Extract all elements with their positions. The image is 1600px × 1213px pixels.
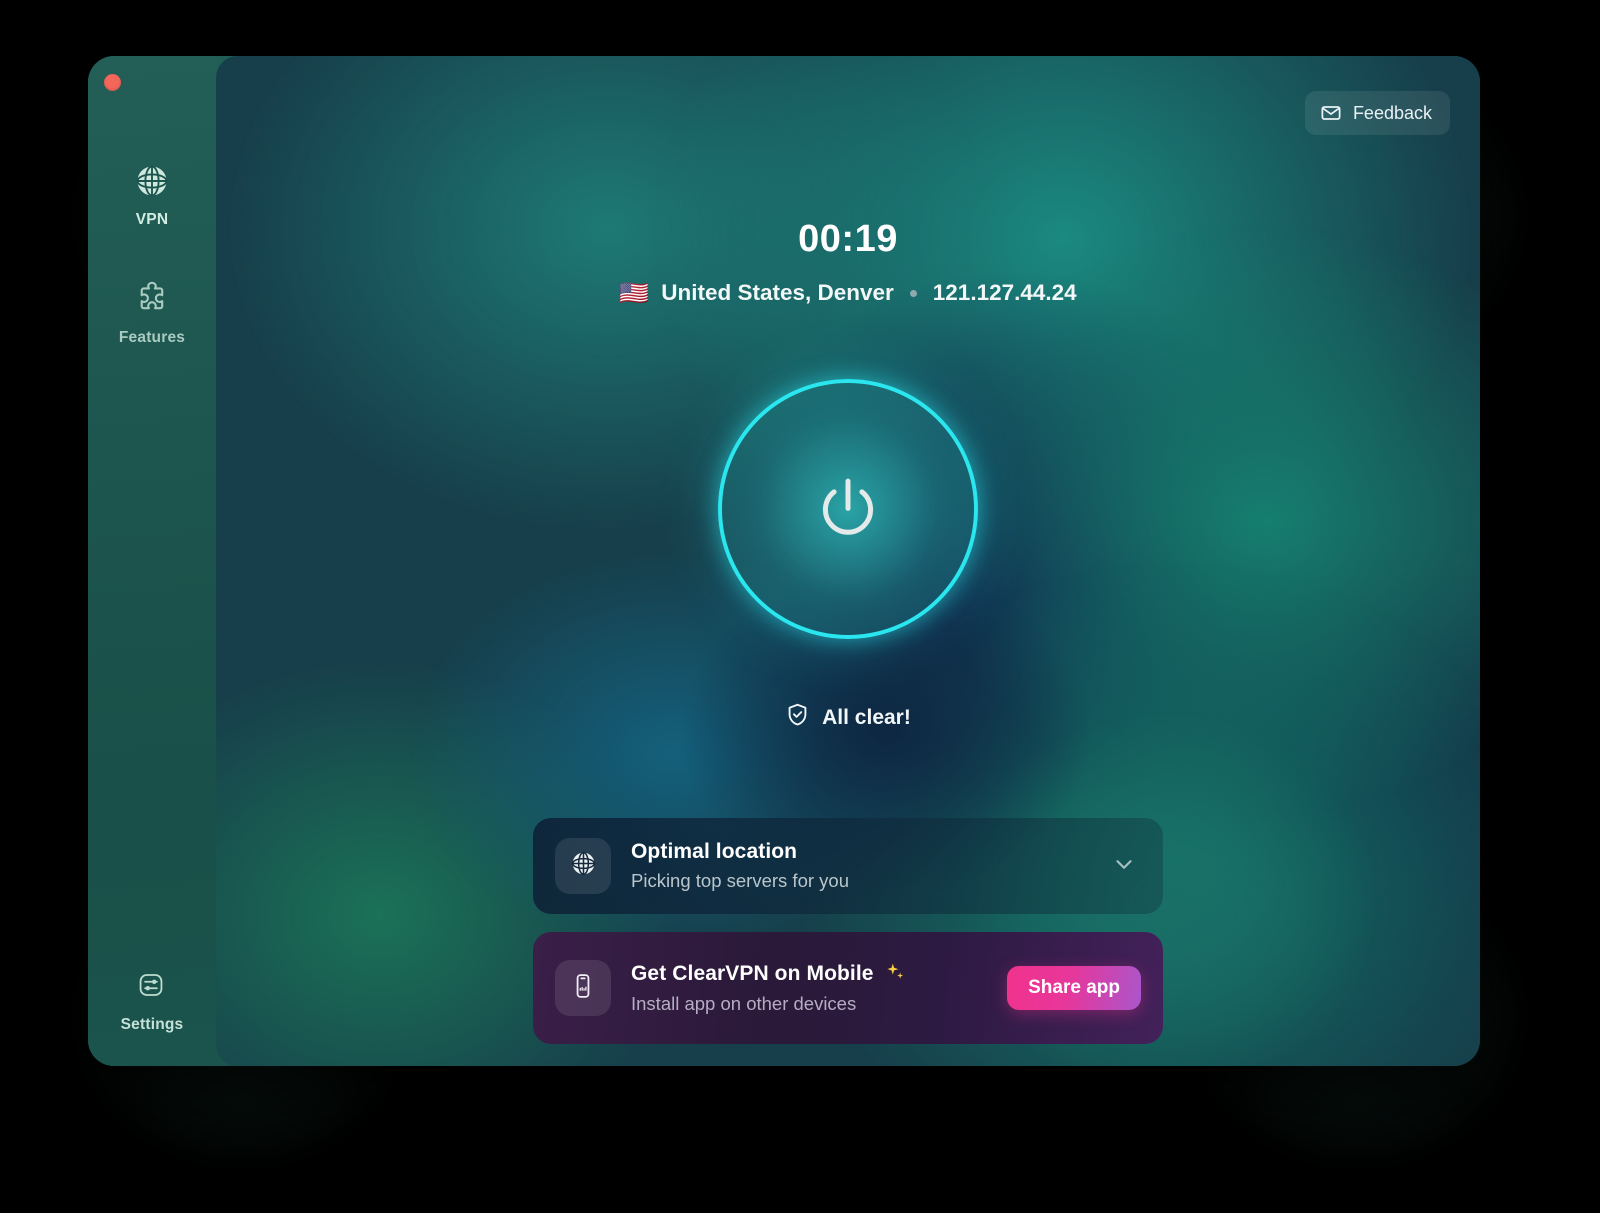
share-app-button[interactable]: Share app	[1007, 966, 1141, 1010]
sidebar: VPN Features Settings	[88, 56, 216, 1066]
close-window-button[interactable]	[104, 74, 121, 91]
shield-check-icon	[785, 702, 810, 733]
status-label: All clear!	[822, 705, 911, 729]
sliders-icon	[132, 966, 172, 1006]
session-timer: 00:19	[798, 218, 898, 260]
sidebar-item-settings[interactable]: Settings	[88, 958, 216, 1038]
sidebar-nav: VPN Features	[88, 153, 216, 351]
chevron-down-icon[interactable]	[1111, 851, 1137, 882]
connection-ip: 121.127.44.24	[932, 280, 1077, 305]
location-icon-box	[555, 838, 611, 894]
sidebar-item-label: Features	[118, 329, 186, 346]
power-toggle-button[interactable]	[718, 379, 978, 639]
country-flag-icon: 🇺🇸	[619, 280, 650, 307]
protection-status: All clear!	[216, 702, 1480, 733]
promo-card-subtitle: Install app on other devices	[631, 993, 857, 1014]
sidebar-item-label: VPN	[135, 211, 169, 228]
power-button-area	[666, 327, 1030, 691]
location-card-text: Optimal location Picking top servers for…	[631, 840, 1111, 892]
main-content: Feedback 00:19 🇺🇸 United States, Denver …	[216, 56, 1480, 1066]
promo-card-title: Get ClearVPN on Mobile	[631, 962, 874, 985]
location-card-title: Optimal location	[631, 840, 798, 863]
globe-icon	[568, 848, 599, 884]
promo-card-text: Get ClearVPN on Mobile Install app on ot…	[631, 961, 1007, 1015]
promo-icon-box	[555, 960, 611, 1016]
mobile-promo-card: Get ClearVPN on Mobile Install app on ot…	[533, 932, 1163, 1044]
globe-icon	[132, 161, 172, 201]
mobile-phone-icon	[568, 971, 598, 1006]
puzzle-piece-icon	[132, 279, 172, 319]
sidebar-item-label: Settings	[120, 1016, 184, 1033]
meta-separator	[909, 289, 917, 297]
sparkles-icon	[884, 961, 906, 987]
cards-region: Optimal location Picking top servers for…	[533, 818, 1163, 1044]
power-icon	[810, 471, 886, 547]
sidebar-item-vpn[interactable]: VPN	[88, 153, 216, 233]
app-window: VPN Features Settings Feedback 00:19 🇺🇸 …	[88, 56, 1480, 1066]
optimal-location-card[interactable]: Optimal location Picking top servers for…	[533, 818, 1163, 914]
connection-location: United States, Denver	[661, 280, 894, 305]
location-card-subtitle: Picking top servers for you	[631, 870, 849, 891]
connection-meta: 🇺🇸 United States, Denver 121.127.44.24	[216, 280, 1480, 306]
sidebar-item-features[interactable]: Features	[88, 271, 216, 351]
connection-hero: 00:19 🇺🇸 United States, Denver 121.127.4…	[216, 56, 1480, 306]
screen-backdrop: VPN Features Settings Feedback 00:19 🇺🇸 …	[0, 0, 1600, 1213]
